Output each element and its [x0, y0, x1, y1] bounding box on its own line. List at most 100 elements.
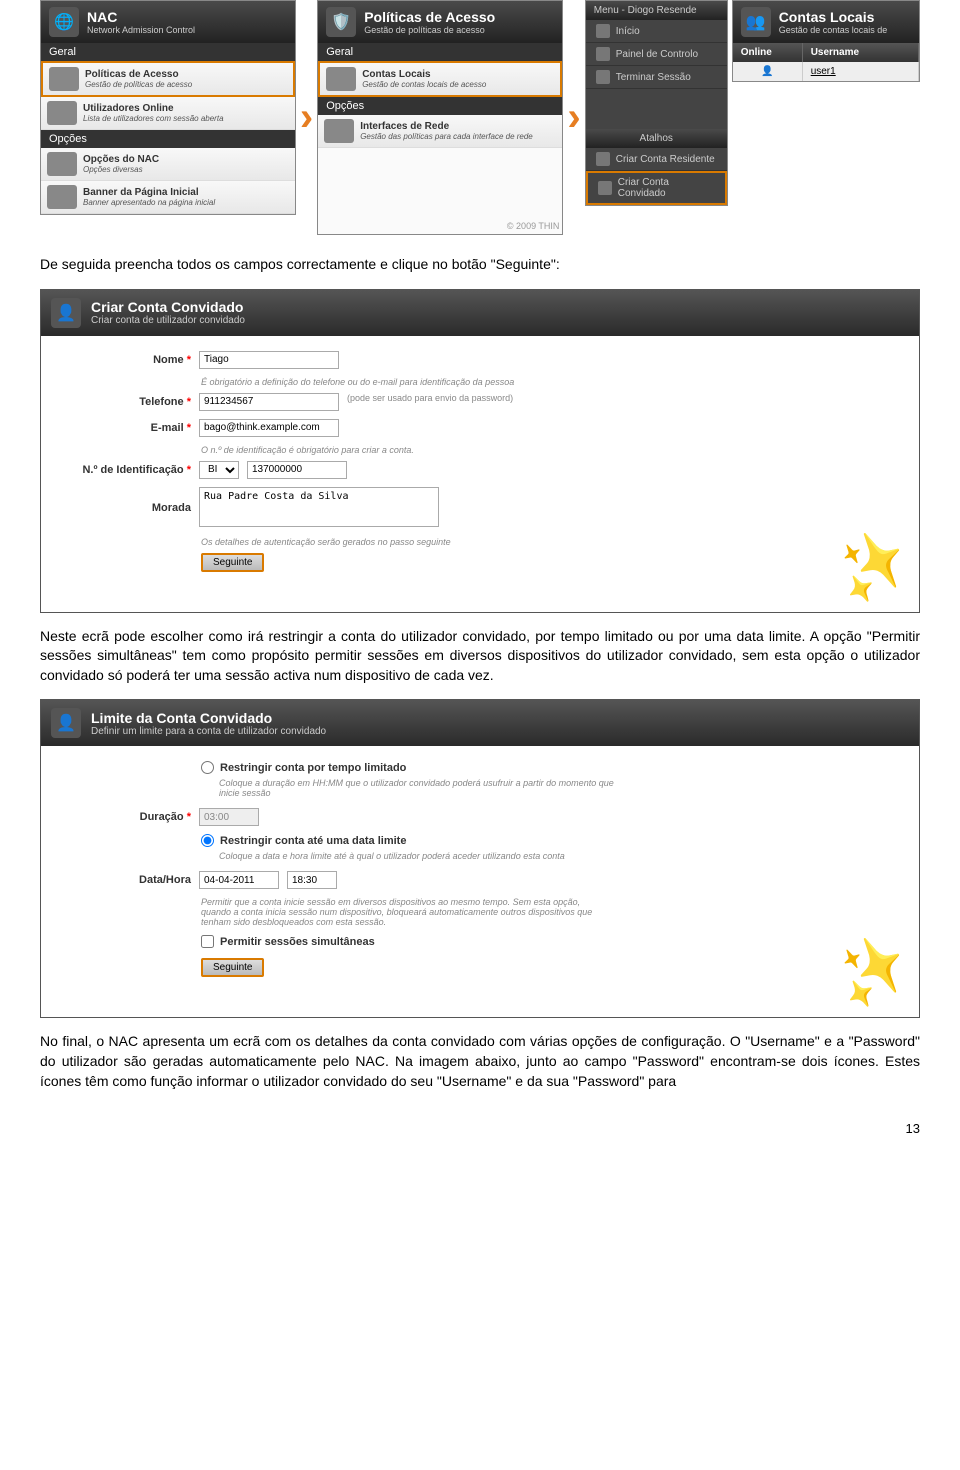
tel-note: (pode ser usado para envio da password) [347, 393, 513, 403]
duracao-input [199, 808, 259, 826]
email-note: O n.º de identificação é obrigatório par… [201, 445, 899, 455]
email-label: E-mail * [61, 419, 191, 434]
contas-table-row[interactable]: 👤 user1 [733, 62, 919, 81]
radio2-label: Restringir conta até uma data limite [220, 835, 406, 847]
politicas-header: 🛡️ Políticas de Acesso Gestão de polític… [318, 1, 562, 43]
form1-footnote: Os detalhes de autenticação serão gerado… [201, 537, 899, 547]
dashboard-icon [596, 47, 610, 61]
nome-input[interactable] [199, 351, 339, 369]
section-opcoes2: Opções [318, 97, 562, 115]
paragraph-1: De seguida preencha todos os campos corr… [40, 255, 920, 275]
duracao-label: Duração * [61, 808, 191, 823]
politicas-panel: 🛡️ Políticas de Acesso Gestão de polític… [317, 0, 563, 235]
nac-panel: 🌐 NAC Network Admission Control Geral Po… [40, 0, 296, 215]
seguinte-button-2[interactable]: Seguinte [201, 958, 264, 977]
dh-note: Permitir que a conta inicie sessão em di… [201, 897, 601, 927]
atalho-residente[interactable]: Criar Conta Residente [586, 148, 727, 171]
top-screenshots-row: 🌐 NAC Network Admission Control Geral Po… [40, 0, 920, 235]
user-add-icon [596, 152, 610, 166]
politicas-title: Políticas de Acesso [364, 9, 495, 25]
form2-sub: Definir um limite para a conta de utiliz… [91, 726, 326, 737]
shield-icon [49, 67, 79, 91]
form1-header: 👤 Criar Conta Convidado Criar conta de u… [41, 290, 919, 336]
datahora-label: Data/Hora [61, 871, 191, 886]
id-label: N.º de Identificação * [61, 461, 191, 476]
nome-label: Nome * [61, 351, 191, 366]
menu-painel[interactable]: Painel de Controlo [586, 43, 727, 66]
nac-header: 🌐 NAC Network Admission Control [41, 1, 295, 43]
logout-icon [596, 70, 610, 84]
checkbox-sessoes-simultaneas[interactable] [201, 935, 214, 948]
section-geral: Geral [41, 43, 295, 61]
item-utilizadores-online[interactable]: Utilizadores OnlineLista de utilizadores… [41, 97, 295, 130]
politicas-sub: Gestão de políticas de acesso [364, 25, 495, 35]
user-add-icon [598, 181, 612, 195]
section-opcoes: Opções [41, 130, 295, 148]
radio1-note: Coloque a duração em HH:MM que o utiliza… [219, 778, 619, 798]
image-icon [47, 185, 77, 209]
form2-title: Limite da Conta Convidado [91, 710, 326, 726]
item-interfaces-rede[interactable]: Interfaces de RedeGestão das políticas p… [318, 115, 562, 148]
globe-icon: 🌐 [49, 7, 79, 37]
item-politicas-acesso[interactable]: Políticas de AcessoGestão de políticas d… [41, 61, 295, 97]
menu-panel: Menu - Diogo Resende Início Painel de Co… [585, 0, 728, 206]
page-number: 13 [40, 1121, 920, 1136]
nac-title: NAC [87, 9, 195, 25]
telefone-label: Telefone * [61, 393, 191, 408]
menu-terminar[interactable]: Terminar Sessão [586, 66, 727, 89]
id-select[interactable]: BI [199, 461, 239, 479]
network-icon [324, 119, 354, 143]
contas-table-header: Online Username [733, 43, 919, 62]
morada-label: Morada [61, 487, 191, 514]
email-input[interactable] [199, 419, 339, 437]
form1-title: Criar Conta Convidado [91, 299, 245, 315]
atalhos-header: Atalhos [586, 129, 727, 148]
contas-panel: 👥 Contas Locais Gestão de contas locais … [732, 0, 920, 82]
item-opcoes-nac[interactable]: Opções do NACOpções diversas [41, 148, 295, 181]
nac-sub: Network Admission Control [87, 25, 195, 35]
paragraph-3: No final, o NAC apresenta um ecrã com os… [40, 1032, 920, 1091]
copyright: © 2009 THIN [318, 218, 562, 234]
item-banner[interactable]: Banner da Página InicialBanner apresenta… [41, 181, 295, 214]
form-limite-conta: 👤 Limite da Conta Convidado Definir um l… [40, 699, 920, 1018]
th-username: Username [803, 43, 919, 62]
users-icon: 👥 [741, 7, 771, 37]
radio2-note: Coloque a data e hora limite até à qual … [219, 851, 619, 861]
time-input[interactable] [287, 871, 337, 889]
radio-tempo-limitado[interactable] [201, 761, 214, 774]
online-status-icon: 👤 [733, 62, 803, 81]
wizard-icon: 👤 [51, 298, 81, 328]
radio1-label: Restringir conta por tempo limitado [220, 762, 406, 774]
telefone-input[interactable] [199, 393, 339, 411]
home-icon [596, 24, 610, 38]
menu-inicio[interactable]: Início [586, 20, 727, 43]
menu-header: Menu - Diogo Resende [586, 1, 727, 20]
section-geral2: Geral [318, 43, 562, 61]
form1-sub: Criar conta de utilizador convidado [91, 315, 245, 326]
username-link[interactable]: user1 [803, 62, 919, 81]
th-online: Online [733, 43, 803, 62]
id-input[interactable] [247, 461, 347, 479]
users-icon [47, 101, 77, 125]
badge-icon: 🛡️ [326, 7, 356, 37]
form1-body: Nome * É obrigatório a definição do tele… [41, 336, 919, 612]
arrow-icon: › [300, 95, 313, 140]
date-input[interactable] [199, 871, 279, 889]
paragraph-2: Neste ecrã pode escolher como irá restri… [40, 627, 920, 686]
item-contas-locais[interactable]: Contas LocaisGestão de contas locais de … [318, 61, 562, 97]
gear-icon [47, 152, 77, 176]
contas-header: 👥 Contas Locais Gestão de contas locais … [733, 1, 919, 43]
seguinte-button[interactable]: Seguinte [201, 553, 264, 572]
atalho-convidado[interactable]: Criar Conta Convidado [586, 171, 727, 205]
wizard-icon: 👤 [51, 708, 81, 738]
form2-body: Restringir conta por tempo limitado Colo… [41, 746, 919, 1017]
contas-sub: Gestão de contas locais de [779, 25, 888, 35]
users-icon [326, 67, 356, 91]
morada-input[interactable]: Rua Padre Costa da Silva [199, 487, 439, 527]
form-criar-conta: 👤 Criar Conta Convidado Criar conta de u… [40, 289, 920, 613]
radio-data-limite[interactable] [201, 834, 214, 847]
contas-title: Contas Locais [779, 9, 888, 25]
checkbox-label: Permitir sessões simultâneas [220, 936, 375, 948]
form2-header: 👤 Limite da Conta Convidado Definir um l… [41, 700, 919, 746]
nome-note: É obrigatório a definição do telefone ou… [201, 377, 899, 387]
